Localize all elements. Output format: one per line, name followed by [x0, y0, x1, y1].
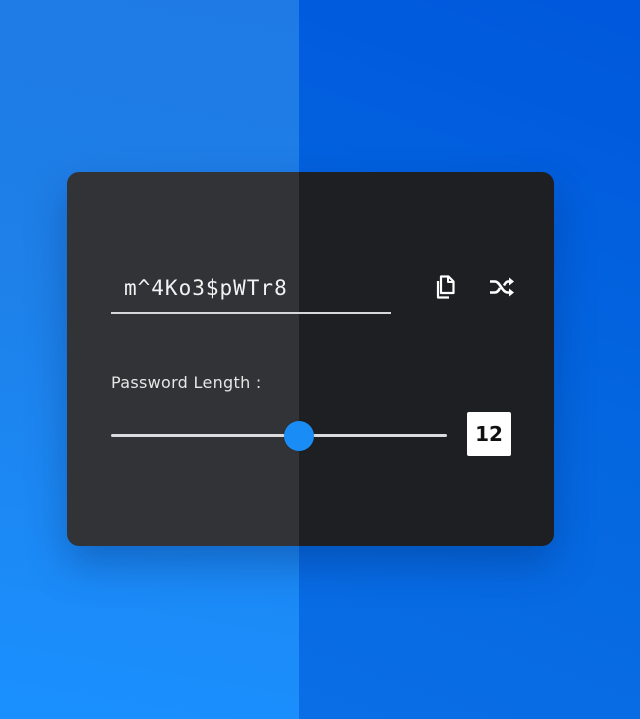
page-background: Password Length : 12: [0, 0, 640, 719]
shuffle-button[interactable]: [486, 271, 518, 303]
shuffle-icon: [490, 277, 514, 297]
slider-track[interactable]: [111, 434, 447, 437]
length-value-badge: 12: [467, 412, 511, 456]
password-length-label: Password Length :: [111, 373, 262, 392]
copy-icon: [436, 275, 455, 299]
password-generator-card: Password Length : 12: [67, 172, 554, 546]
password-field: [111, 270, 391, 314]
slider-thumb[interactable]: [284, 421, 315, 451]
card-content: Password Length : 12: [67, 172, 554, 546]
password-input[interactable]: [124, 270, 386, 306]
copy-button[interactable]: [429, 271, 461, 303]
length-slider[interactable]: [111, 421, 447, 451]
